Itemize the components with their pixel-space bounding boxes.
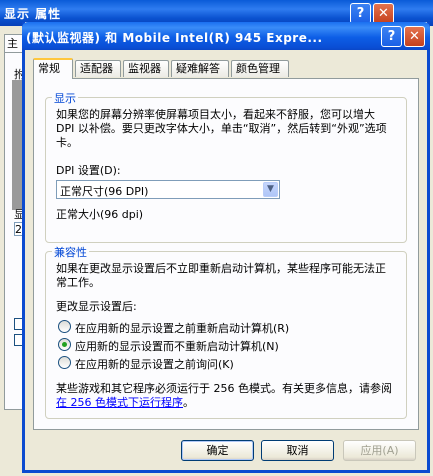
display-group-legend: 显示 xyxy=(52,90,78,106)
monitor-properties-dialog: (默认监视器) 和 Mobile Intel(R) 945 Expre... ?… xyxy=(22,22,430,473)
apply-button[interactable]: 应用(A) xyxy=(343,440,416,461)
radio-button-selected[interactable] xyxy=(58,338,71,351)
cancel-button[interactable]: 取消 xyxy=(261,440,334,461)
dialog-title-bar: (默认监视器) 和 Mobile Intel(R) 945 Expre... ?… xyxy=(22,22,430,50)
radio-label: 应用新的显示设置而不重新启动计算机(N) xyxy=(75,340,279,353)
tab-adapter[interactable]: 适配器 xyxy=(75,60,121,77)
color-mode-note-text: 某些游戏和其它程序必须运行于 256 色模式。有关更多信息，请参阅 xyxy=(56,382,392,395)
dpi-setting-select[interactable]: 正常尺寸(96 DPI) ▼ xyxy=(56,180,280,199)
compatibility-group-legend: 兼容性 xyxy=(52,244,89,260)
color-mode-note: 某些游戏和其它程序必须运行于 256 色模式。有关更多信息，请参阅在 256 色… xyxy=(56,382,394,410)
tab-monitor[interactable]: 监视器 xyxy=(123,60,169,77)
after-change-label: 更改显示设置后: xyxy=(56,300,137,313)
chevron-down-icon[interactable]: ▼ xyxy=(263,182,278,197)
compatibility-group: 兼容性 如果在更改显示设置后不立即重新启动计算机，某些程序可能无法正常工作。 更… xyxy=(45,244,407,419)
radio-label: 在应用新的显示设置之前重新启动计算机(R) xyxy=(75,322,290,335)
compatibility-description: 如果在更改显示设置后不立即重新启动计算机，某些程序可能无法正常工作。 xyxy=(56,262,386,289)
background-help-button[interactable]: ? xyxy=(350,3,371,24)
radio-label: 在应用新的显示设置之前询问(K) xyxy=(75,358,234,371)
dialog-title: (默认监视器) 和 Mobile Intel(R) 945 Expre... xyxy=(26,31,323,45)
dpi-caption: 正常大小(96 dpi) xyxy=(56,208,144,221)
ok-button[interactable]: 确定 xyxy=(181,440,254,461)
dpi-setting-value: 正常尺寸(96 DPI) xyxy=(60,185,149,198)
display-description: 如果您的屏幕分辨率使屏幕项目太小，看起来不舒服，您可以增大 DPI 以补偿。要只… xyxy=(56,108,387,149)
radio-button[interactable] xyxy=(58,320,71,333)
color-mode-note-end: 。 xyxy=(183,396,194,409)
background-preview-strip xyxy=(12,80,22,210)
help-button[interactable]: ? xyxy=(381,26,402,47)
radio-button[interactable] xyxy=(58,356,71,369)
background-close-button[interactable]: ✕ xyxy=(373,3,394,24)
display-group: 显示 如果您的屏幕分辨率使屏幕项目太小，看起来不舒服，您可以增大 DPI 以补偿… xyxy=(45,90,407,243)
tab-general[interactable]: 常规 xyxy=(33,58,73,79)
run-256-color-link[interactable]: 在 256 色模式下运行程序 xyxy=(56,396,183,409)
background-window-title: 显示 属性 xyxy=(4,7,62,21)
dpi-setting-label: DPI 设置(D): xyxy=(56,164,121,177)
close-button[interactable]: ✕ xyxy=(404,26,425,47)
general-tab-panel: 显示 如果您的屏幕分辨率使屏幕项目太小，看起来不舒服，您可以增大 DPI 以补偿… xyxy=(33,78,419,430)
tab-color-management[interactable]: 颜色管理 xyxy=(231,60,289,77)
tab-troubleshoot[interactable]: 疑难解答 xyxy=(171,60,229,77)
